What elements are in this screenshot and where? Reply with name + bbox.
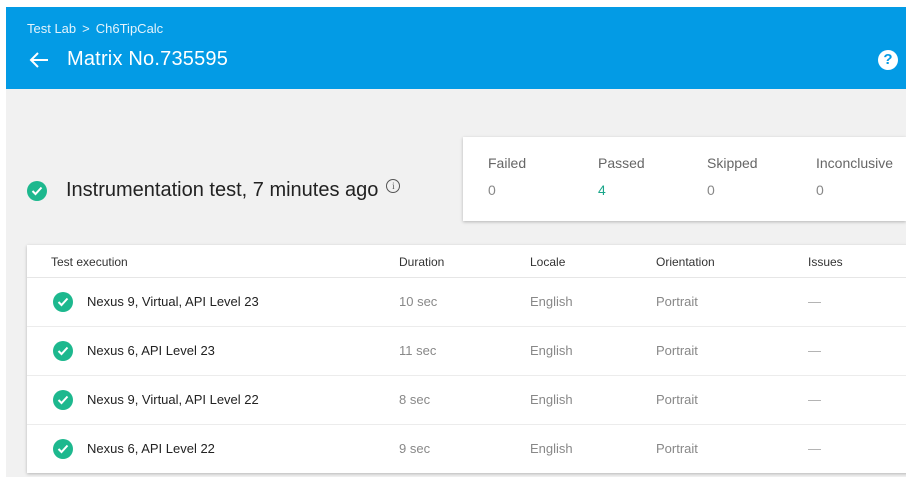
device-name[interactable]: Nexus 9, Virtual, API Level 23	[87, 294, 259, 309]
locale-cell: English	[530, 392, 573, 407]
app-frame: Test Lab > Ch6TipCalc Matrix No.735595 ?…	[6, 7, 906, 477]
column-header-duration: Duration	[399, 255, 445, 269]
breadcrumb-test-lab[interactable]: Test Lab	[27, 21, 76, 36]
table-header: Test execution Duration Locale Orientati…	[27, 245, 906, 278]
breadcrumb-project[interactable]: Ch6TipCalc	[96, 21, 163, 36]
orientation-cell: Portrait	[656, 294, 698, 309]
duration-cell: 8 sec	[399, 392, 431, 407]
breadcrumb: Test Lab > Ch6TipCalc	[27, 21, 163, 36]
duration-cell: 10 sec	[399, 294, 438, 309]
test-executions-table: Test execution Duration Locale Orientati…	[27, 245, 906, 473]
device-name[interactable]: Nexus 9, Virtual, API Level 22	[87, 392, 259, 407]
check-circle-icon	[27, 180, 47, 201]
duration-cell: 11 sec	[399, 343, 437, 358]
locale-cell: English	[530, 441, 573, 456]
orientation-cell: Portrait	[656, 392, 698, 407]
device-name[interactable]: Nexus 6, API Level 23	[87, 343, 215, 358]
info-icon[interactable]: i	[386, 178, 401, 193]
summary-title: Instrumentation test, 7 minutes ago	[66, 179, 379, 201]
results-stats-card: Failed 0 Passed 4 Skipped 0 Inconclusive…	[463, 137, 906, 221]
stat-label: Failed	[488, 155, 527, 171]
table-row[interactable]: Nexus 6, API Level 22 9 sec English Port…	[27, 425, 906, 473]
locale-cell: English	[530, 294, 573, 309]
check-circle-icon	[53, 439, 73, 459]
test-summary: Instrumentation test, 7 minutes ago i	[27, 178, 401, 202]
column-header-issues: Issues	[808, 255, 843, 269]
orientation-cell: Portrait	[656, 441, 698, 456]
stat-failed: Failed 0	[488, 155, 526, 198]
check-circle-icon	[53, 390, 73, 410]
arrow-left-icon[interactable]	[28, 51, 50, 69]
issues-cell: —	[808, 392, 821, 407]
help-circle-icon[interactable]: ?	[878, 50, 898, 70]
stat-label: Inconclusive	[816, 155, 894, 171]
issues-cell: —	[808, 294, 821, 309]
table-row[interactable]: Nexus 9, Virtual, API Level 23 10 sec En…	[27, 278, 906, 327]
column-header-test-execution: Test execution	[51, 255, 128, 269]
table-row[interactable]: Nexus 9, Virtual, API Level 22 8 sec Eng…	[27, 376, 906, 425]
column-header-orientation: Orientation	[656, 255, 715, 269]
stat-value: 4	[598, 182, 606, 198]
stat-passed: Passed 4	[598, 155, 645, 198]
stat-label: Passed	[598, 155, 645, 171]
stat-value: 0	[707, 182, 715, 198]
breadcrumb-separator: >	[82, 21, 90, 36]
stat-value: 0	[816, 182, 824, 198]
top-app-bar: Test Lab > Ch6TipCalc Matrix No.735595 ?	[6, 7, 906, 89]
stat-skipped: Skipped 0	[707, 155, 758, 198]
issues-cell: —	[808, 343, 821, 358]
page-title: Matrix No.735595	[67, 48, 229, 70]
stat-inconclusive: Inconclusive 0	[816, 155, 893, 198]
stat-label: Skipped	[707, 155, 758, 171]
column-header-locale: Locale	[530, 255, 566, 269]
table-row[interactable]: Nexus 6, API Level 23 11 sec English Por…	[27, 327, 906, 376]
orientation-cell: Portrait	[656, 343, 698, 358]
stat-value: 0	[488, 182, 496, 198]
duration-cell: 9 sec	[399, 441, 431, 456]
check-circle-icon	[53, 292, 73, 312]
device-name[interactable]: Nexus 6, API Level 22	[87, 441, 215, 456]
check-circle-icon	[53, 341, 73, 361]
locale-cell: English	[530, 343, 573, 358]
issues-cell: —	[808, 441, 821, 456]
